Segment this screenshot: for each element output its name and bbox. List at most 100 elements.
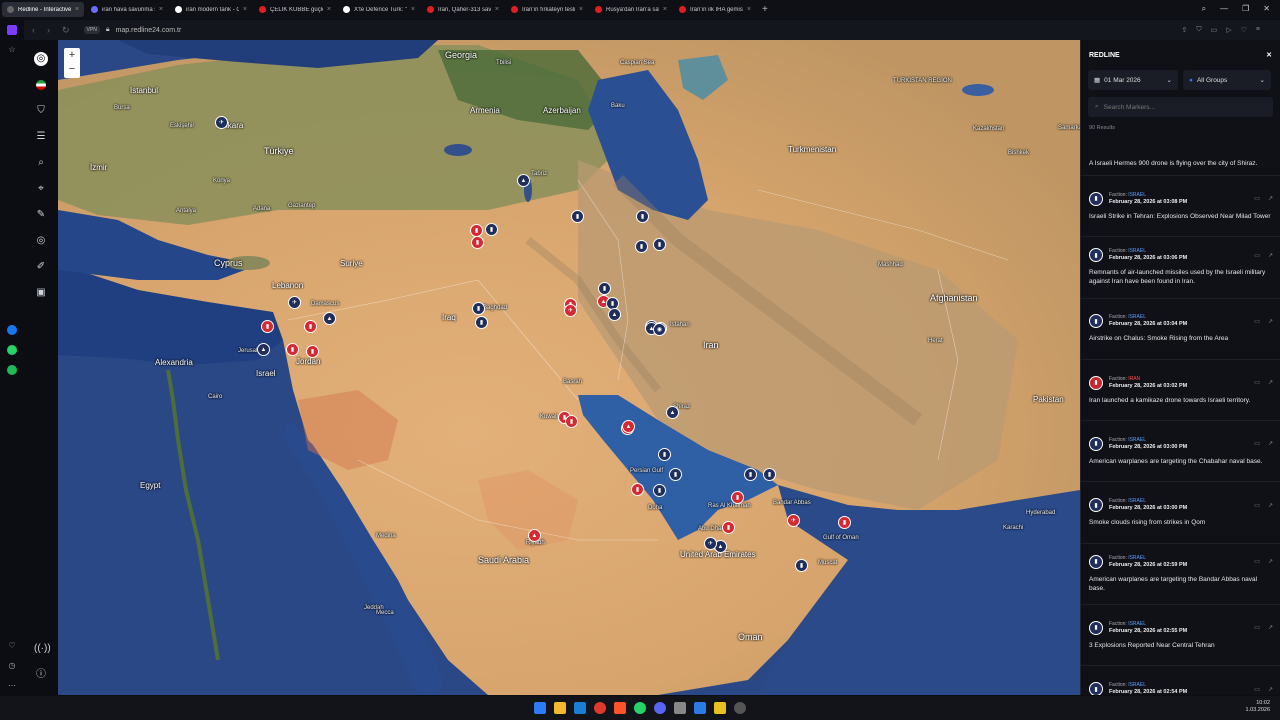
- map-marker[interactable]: ▮: [286, 343, 299, 356]
- map-view[interactable]: + − Georgia Tbilisi Armenia Azerbaijan Baku C…: [58, 40, 1080, 695]
- copy-icon[interactable]: ▭: [1254, 440, 1260, 447]
- mail-icon[interactable]: [574, 702, 586, 714]
- map-marker[interactable]: ▮: [838, 516, 851, 529]
- spotify-icon[interactable]: [7, 365, 17, 375]
- browser-tab[interactable]: X'te Defence Turk: "Bu ×: [338, 2, 420, 17]
- bookmark-icon[interactable]: ☆: [7, 45, 17, 55]
- map-marker[interactable]: ▮: [485, 223, 498, 236]
- search-icon[interactable]: ⌕: [34, 156, 48, 170]
- list-item[interactable]: ▮ Faction: ISRAEL February 28, 2026 at 02:…: [1081, 666, 1280, 695]
- map-marker[interactable]: ▮: [669, 468, 682, 481]
- map-marker[interactable]: ▮: [304, 320, 317, 333]
- map-marker[interactable]: ▮: [658, 448, 671, 461]
- back-icon[interactable]: ‹: [32, 25, 35, 36]
- list-item[interactable]: ▮ Faction: ISRAEL February 28, 2026 at 03:…: [1081, 482, 1280, 544]
- copy-icon[interactable]: ▭: [1254, 318, 1260, 325]
- search-icon[interactable]: ⌕: [1202, 4, 1206, 14]
- open-link-icon[interactable]: ↗: [1268, 318, 1273, 325]
- browser-tab[interactable]: Redline - Interactive Strat ×: [2, 2, 84, 17]
- copy-icon[interactable]: ▭: [1254, 686, 1260, 693]
- camera-icon[interactable]: ▣: [34, 286, 48, 300]
- broadcast-icon[interactable]: ((·)): [34, 642, 51, 656]
- map-marker[interactable]: ▮: [636, 210, 649, 223]
- close-tab-icon[interactable]: ×: [75, 6, 79, 13]
- more-icon[interactable]: ⋯: [7, 681, 17, 691]
- vpn-badge[interactable]: VPN: [83, 26, 100, 34]
- list-item[interactable]: ▮ Faction: ISRAEL February 28, 2026 at 03:…: [1081, 176, 1280, 238]
- map-marker[interactable]: ▮: [571, 210, 584, 223]
- target-icon[interactable]: ◎: [34, 234, 48, 248]
- map-marker[interactable]: ▲: [622, 420, 635, 433]
- close-tab-icon[interactable]: ×: [663, 6, 667, 13]
- list-item[interactable]: A Israeli Hermes 900 drone is flying ove…: [1081, 152, 1280, 176]
- system-tray[interactable]: 10:02 1.03.2026: [1246, 700, 1270, 714]
- close-window-button[interactable]: ✕: [1263, 4, 1270, 14]
- wallet-icon[interactable]: ▭: [1211, 26, 1218, 34]
- open-link-icon[interactable]: ↗: [1268, 379, 1273, 386]
- map-marker[interactable]: ▮: [722, 521, 735, 534]
- map-marker[interactable]: ✈: [288, 296, 301, 309]
- list-item[interactable]: ▮ Faction: ISRAEL February 28, 2026 at 02:…: [1081, 544, 1280, 606]
- zoom-in-button[interactable]: +: [64, 48, 80, 62]
- messenger-icon[interactable]: [7, 325, 17, 335]
- copy-icon[interactable]: ▭: [1254, 195, 1260, 202]
- calculator-icon[interactable]: [674, 702, 686, 714]
- marker-search[interactable]: ⌕ Search Markers...: [1088, 97, 1273, 117]
- whatsapp-icon[interactable]: [7, 345, 17, 355]
- url-text[interactable]: map.redline24.com.tr: [116, 27, 182, 34]
- map-marker[interactable]: ▮: [261, 320, 274, 333]
- copy-icon[interactable]: ▭: [1254, 624, 1260, 631]
- close-tab-icon[interactable]: ×: [243, 6, 247, 13]
- list-item[interactable]: ▮ Faction: ISRAEL February 28, 2026 at 02:…: [1081, 605, 1280, 667]
- map-marker[interactable]: ▮: [635, 240, 648, 253]
- list-item[interactable]: ▮ Faction: ISRAEL February 28, 2026 at 03:…: [1081, 299, 1280, 360]
- map-marker[interactable]: ▮: [598, 282, 611, 295]
- open-link-icon[interactable]: ↗: [1268, 440, 1273, 447]
- map-marker[interactable]: ✈: [215, 116, 228, 129]
- home-icon[interactable]: [7, 25, 17, 35]
- browser-tab[interactable]: ÇELİK KUBBE güçleniyor! ×: [254, 2, 336, 17]
- close-tab-icon[interactable]: ×: [579, 6, 583, 13]
- map-marker[interactable]: ▮: [653, 484, 666, 497]
- list-item[interactable]: ▮ Faction: ISRAEL February 28, 2026 at 03:…: [1081, 421, 1280, 483]
- heart-icon[interactable]: ♡: [1241, 26, 1247, 34]
- browser-tab[interactable]: Rusya'dan İran'a savaş uç ×: [590, 2, 672, 17]
- browser-tab[interactable]: İran'ın fırkateyn teslimatı ×: [506, 2, 588, 17]
- reload-icon[interactable]: ↻: [62, 25, 70, 36]
- close-icon[interactable]: ✕: [1266, 51, 1272, 59]
- map-marker[interactable]: ▲: [517, 174, 530, 187]
- copy-icon[interactable]: ▭: [1254, 502, 1260, 509]
- map-marker[interactable]: ✈: [564, 304, 577, 317]
- minimize-button[interactable]: —: [1220, 4, 1228, 14]
- map-marker[interactable]: ▮: [744, 468, 757, 481]
- map-marker[interactable]: ▲: [666, 406, 679, 419]
- map-marker[interactable]: ◉: [653, 323, 666, 336]
- map-marker[interactable]: ▲: [608, 308, 621, 321]
- map-marker[interactable]: ▮: [653, 238, 666, 251]
- maximize-button[interactable]: ❐: [1242, 4, 1249, 14]
- whatsapp-icon[interactable]: [634, 702, 646, 714]
- app-icon[interactable]: [694, 702, 706, 714]
- map-marker[interactable]: ▮: [795, 559, 808, 572]
- pin-icon[interactable]: ⌖: [34, 182, 48, 196]
- date-select[interactable]: ▦ 01 Mar 2026 ⌄: [1088, 70, 1178, 90]
- windows-start-icon[interactable]: [534, 702, 546, 714]
- open-link-icon[interactable]: ↗: [1268, 502, 1273, 509]
- map-marker[interactable]: ▲: [528, 529, 541, 542]
- map-marker[interactable]: ✈: [787, 514, 800, 527]
- map-marker[interactable]: ▮: [631, 483, 644, 496]
- close-tab-icon[interactable]: ×: [411, 6, 415, 13]
- copy-icon[interactable]: ▭: [1254, 252, 1260, 259]
- forward-icon[interactable]: ›: [47, 25, 50, 36]
- copy-icon[interactable]: ▭: [1254, 558, 1260, 565]
- open-link-icon[interactable]: ↗: [1268, 558, 1273, 565]
- shield-icon[interactable]: ⛉: [34, 104, 48, 118]
- open-link-icon[interactable]: ↗: [1268, 686, 1273, 693]
- close-tab-icon[interactable]: ×: [159, 6, 163, 13]
- zoom-out-button[interactable]: −: [64, 62, 80, 76]
- play-icon[interactable]: ▷: [1226, 26, 1231, 34]
- map-marker[interactable]: ▲: [257, 343, 270, 356]
- map-marker[interactable]: ▮: [763, 468, 776, 481]
- map-marker[interactable]: ▮: [565, 415, 578, 428]
- map-marker[interactable]: ▮: [472, 302, 485, 315]
